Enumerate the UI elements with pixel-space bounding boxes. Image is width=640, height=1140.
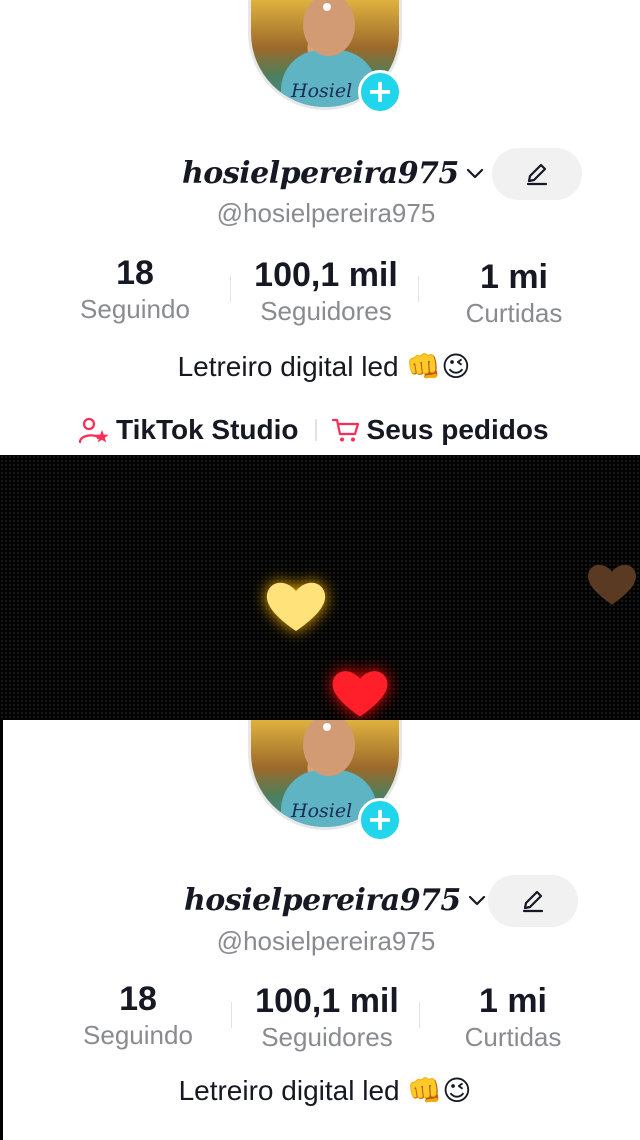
followers-count: 100,1 mil	[254, 256, 398, 294]
username-row[interactable]: hosielpereira975	[184, 880, 487, 920]
likes-label: Curtidas	[465, 298, 563, 328]
likes-count: 1 mi	[479, 258, 549, 296]
bio-emoji: 👊😉	[407, 1074, 472, 1107]
following-count: 18	[119, 980, 157, 1018]
stat-divider	[419, 1002, 420, 1028]
orders-link[interactable]: Seus pedidos	[331, 414, 549, 446]
pencil-icon	[526, 163, 548, 186]
user-handle: @hosielpereira975	[216, 926, 436, 956]
likes-label: Curtidas	[464, 1022, 562, 1052]
stat-followers[interactable]: 100,1 mil Seguidores	[239, 982, 415, 1054]
username: hosielpereira975	[182, 155, 459, 191]
following-count: 18	[116, 254, 154, 292]
bio-text: Letreiro digital led	[178, 1075, 400, 1106]
stat-following[interactable]: 18 Seguindo	[60, 254, 210, 326]
profile-panel-top: Hosiel + hosielpereira975 @hosielpereira…	[0, 0, 640, 455]
tiktok-studio-label: TikTok Studio	[116, 414, 299, 445]
bio: Letreiro digital led 👊😉	[3, 1074, 640, 1107]
followers-label: Seguidores	[261, 1022, 393, 1052]
person-star-icon	[78, 417, 109, 444]
avatar-signature: Hosiel	[291, 80, 353, 102]
profile-links: TikTok Studio Seus pedidos	[78, 408, 549, 452]
stat-divider	[231, 1002, 232, 1028]
link-divider	[314, 419, 317, 441]
shopping-cart-icon	[331, 418, 359, 442]
stat-divider	[418, 276, 419, 302]
tiktok-studio-link[interactable]: TikTok Studio	[78, 414, 299, 446]
chevron-down-icon	[466, 168, 483, 179]
edit-profile-button[interactable]	[492, 148, 582, 200]
avatar-signature: Hosiel	[291, 800, 353, 822]
profile-panel-bottom: Hosiel + hosielpereira975 @hosielpereira…	[0, 720, 640, 1140]
orders-label: Seus pedidos	[366, 414, 549, 445]
followers-label: Seguidores	[260, 296, 392, 326]
brown-heart-icon	[588, 564, 636, 605]
follow-plus-icon[interactable]: +	[358, 798, 402, 842]
yellow-heart-icon	[266, 582, 326, 631]
user-handle: @hosielpereira975	[216, 198, 436, 228]
stat-following[interactable]: 18 Seguindo	[63, 980, 213, 1052]
following-label: Seguindo	[83, 1020, 193, 1050]
username-row[interactable]: hosielpereira975	[182, 153, 485, 193]
following-label: Seguindo	[80, 294, 190, 324]
stat-likes[interactable]: 1 mi Curtidas	[443, 982, 583, 1054]
stat-divider	[230, 276, 231, 302]
likes-count: 1 mi	[478, 982, 548, 1020]
bio: Letreiro digital led 👊😉	[0, 350, 640, 383]
bio-emoji: 👊😉	[406, 350, 471, 383]
bio-text: Letreiro digital led	[177, 351, 399, 382]
stat-likes[interactable]: 1 mi Curtidas	[444, 258, 584, 330]
stat-followers[interactable]: 100,1 mil Seguidores	[238, 256, 414, 328]
chevron-down-icon	[468, 895, 485, 906]
username: hosielpereira975	[184, 882, 461, 918]
led-display	[0, 455, 640, 720]
red-heart-icon	[332, 671, 388, 717]
follow-plus-icon[interactable]: +	[358, 70, 402, 114]
pencil-icon	[522, 890, 544, 913]
edit-profile-button[interactable]	[488, 875, 578, 927]
followers-count: 100,1 mil	[255, 982, 399, 1020]
